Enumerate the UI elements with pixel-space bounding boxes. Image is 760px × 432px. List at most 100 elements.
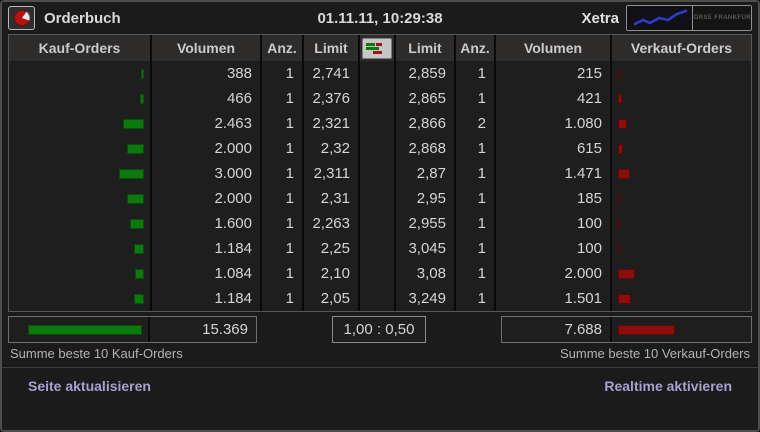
buy-volume: 3.000 <box>152 161 260 186</box>
header-buy-limit: Limit <box>304 35 358 61</box>
buy-limit: 2,741 <box>304 61 358 86</box>
buy-summary-label: Summe beste 10 Kauf-Orders <box>10 346 183 361</box>
buy-total-bar-cell <box>9 317 150 342</box>
buy-volume-bar <box>127 144 144 154</box>
sell-count: 1 <box>456 186 494 211</box>
sell-volume: 100 <box>496 211 610 236</box>
order-row: 2.46312,3212,86621.080 <box>9 111 751 136</box>
buy-count: 1 <box>262 61 302 86</box>
buy-bar-cell <box>9 161 150 186</box>
buy-volume-bar <box>123 119 144 129</box>
sell-limit: 2,95 <box>396 186 454 211</box>
buy-volume: 2.463 <box>152 111 260 136</box>
sell-limit: 2,87 <box>396 161 454 186</box>
sell-volume: 185 <box>496 186 610 211</box>
buy-count: 1 <box>262 111 302 136</box>
summary-row: 15.369 1,00 : 0,50 7.688 <box>8 316 752 343</box>
sell-bar-cell <box>612 261 751 286</box>
sell-volume: 2.000 <box>496 261 610 286</box>
buy-count: 1 <box>262 161 302 186</box>
buy-bar-cell <box>9 111 150 136</box>
buy-limit: 2,10 <box>304 261 358 286</box>
sell-count: 1 <box>456 61 494 86</box>
sell-volume-bar <box>618 69 620 79</box>
mid-spacer-cell <box>360 211 394 236</box>
sell-bar-cell <box>612 211 751 236</box>
sell-summary-label: Summe beste 10 Verkauf-Orders <box>560 346 750 361</box>
order-rows: 38812,7412,859121546612,3762,86514212.46… <box>9 61 751 311</box>
header-verkauf-orders: Verkauf-Orders <box>612 35 751 61</box>
buy-volume-bar <box>134 244 144 254</box>
realtime-activate-link[interactable]: Realtime aktivieren <box>604 378 732 394</box>
buy-count: 1 <box>262 211 302 236</box>
header-sell-volume: Volumen <box>496 35 610 61</box>
sell-volume: 421 <box>496 86 610 111</box>
depth-chart-button[interactable] <box>362 38 392 59</box>
sell-volume-bar <box>618 119 627 129</box>
sell-volume-bar <box>618 294 631 304</box>
buy-volume: 2.000 <box>152 186 260 211</box>
buy-total-value: 15.369 <box>150 317 256 342</box>
buy-bar-cell <box>9 236 150 261</box>
mid-spacer-cell <box>360 111 394 136</box>
table-header-row: Kauf-Orders Volumen Anz. Limit Limit Anz… <box>9 35 751 61</box>
sell-volume-bar <box>618 144 623 154</box>
sell-volume: 1.501 <box>496 286 610 311</box>
sell-count: 1 <box>456 286 494 311</box>
app-logo-button[interactable] <box>8 6 35 30</box>
buy-count: 1 <box>262 136 302 161</box>
sell-bar-cell <box>612 236 751 261</box>
buy-limit: 2,31 <box>304 186 358 211</box>
buy-bar-cell <box>9 211 150 236</box>
buy-total-bar <box>28 325 142 335</box>
header-sell-count: Anz. <box>456 35 494 61</box>
buy-summary-box: 15.369 <box>8 316 257 343</box>
header-buy-volume: Volumen <box>152 35 260 61</box>
sell-total-bar <box>618 325 675 335</box>
sell-volume: 615 <box>496 136 610 161</box>
buy-limit: 2,376 <box>304 86 358 111</box>
orderbook-widget: Orderbuch 01.11.11, 10:29:38 Xetra BÖRSE… <box>0 0 760 432</box>
mid-spacer-cell <box>360 61 394 86</box>
brand-box: BÖRSE FRANKFURT <box>626 5 752 31</box>
sell-volume-bar <box>618 244 620 254</box>
refresh-page-link[interactable]: Seite aktualisieren <box>28 378 151 394</box>
exchange-label: Xetra <box>581 10 619 27</box>
order-row: 2.00012,322,8681615 <box>9 136 751 161</box>
sell-limit: 2,859 <box>396 61 454 86</box>
sell-limit: 2,865 <box>396 86 454 111</box>
buy-limit: 2,32 <box>304 136 358 161</box>
timestamp: 01.11.11, 10:29:38 <box>317 10 442 27</box>
footer-links: Seite aktualisieren Realtime aktivieren <box>2 368 758 394</box>
sell-volume: 1.471 <box>496 161 610 186</box>
buy-limit: 2,263 <box>304 211 358 236</box>
orderbook-table: Kauf-Orders Volumen Anz. Limit Limit Anz… <box>8 34 752 312</box>
header-kauf-orders: Kauf-Orders <box>9 35 150 61</box>
mid-spacer-cell <box>360 186 394 211</box>
order-row: 1.18412,053,24911.501 <box>9 286 751 311</box>
mid-spacer-cell <box>360 261 394 286</box>
sell-count: 1 <box>456 86 494 111</box>
sell-count: 1 <box>456 161 494 186</box>
buy-bar-cell <box>9 136 150 161</box>
sell-limit: 3,045 <box>396 236 454 261</box>
sell-total-value: 7.688 <box>502 317 610 342</box>
sell-total-bar-cell <box>610 317 751 342</box>
stock-chart-icon <box>627 6 693 30</box>
buy-volume: 388 <box>152 61 260 86</box>
buy-count: 1 <box>262 236 302 261</box>
buy-volume-bar <box>134 294 144 304</box>
title-bar: Orderbuch 01.11.11, 10:29:38 Xetra BÖRSE… <box>2 2 758 32</box>
sell-bar-cell <box>612 111 751 136</box>
boerse-frankfurt-logo: BÖRSE FRANKFURT <box>693 6 751 30</box>
sell-volume-bar <box>618 269 635 279</box>
buy-count: 1 <box>262 261 302 286</box>
header-sell-limit: Limit <box>396 35 454 61</box>
ratio-box: 1,00 : 0,50 <box>332 316 426 343</box>
buy-volume: 1.184 <box>152 236 260 261</box>
sell-limit: 3,249 <box>396 286 454 311</box>
buy-limit: 2,321 <box>304 111 358 136</box>
buy-count: 1 <box>262 286 302 311</box>
header-buy-count: Anz. <box>262 35 302 61</box>
buy-bar-cell <box>9 286 150 311</box>
